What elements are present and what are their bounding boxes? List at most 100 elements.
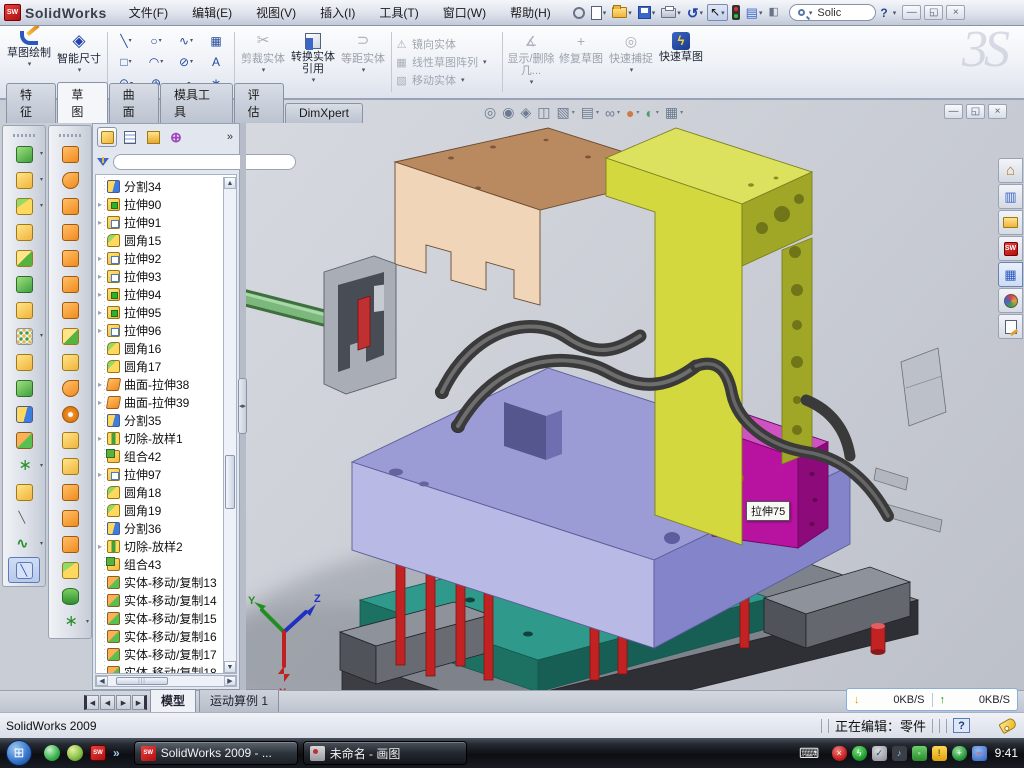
dropdown-icon[interactable]: ▾	[312, 76, 316, 84]
doc-restore-button[interactable]: ◱	[966, 104, 985, 119]
dropdown-icon[interactable]: ▾	[129, 58, 132, 65]
save-icon[interactable]	[638, 6, 651, 19]
shield-green-icon[interactable]: ϟ	[852, 746, 867, 761]
tree-item[interactable]: 实体-移动/复制17	[96, 645, 223, 663]
dropdown-icon[interactable]: ▾	[677, 9, 681, 17]
task-pane-resources-icon[interactable]: ▥	[998, 184, 1023, 209]
new-document-icon[interactable]	[591, 6, 602, 20]
ellipse-icon[interactable]: ⊘▾	[171, 51, 201, 72]
surface-tool-icon-1[interactable]	[49, 167, 91, 193]
feature-tool-icon-1[interactable]: ▾	[3, 167, 45, 193]
tree-item[interactable]: ▸切除-放样2	[96, 537, 223, 555]
quick-tips-icon[interactable]: ?	[953, 718, 970, 733]
line-icon[interactable]: ╲▾	[111, 30, 141, 51]
tree-item[interactable]: 分割34	[96, 177, 223, 195]
dropdown-icon[interactable]: ▾	[40, 176, 43, 183]
surface-tool-icon-5[interactable]	[49, 271, 91, 297]
open-icon[interactable]	[612, 7, 627, 18]
feature-tool-icon-14[interactable]	[3, 505, 45, 531]
expand-icon[interactable]: ▸	[98, 200, 107, 209]
3d-viewport-canvas[interactable]: Y Z X	[246, 100, 1024, 712]
part-sprue-tube[interactable]	[246, 292, 332, 320]
select-icon[interactable]: ↖	[710, 6, 720, 19]
defender-icon[interactable]: +	[952, 746, 967, 761]
help-dropdown-icon[interactable]: ▾	[893, 9, 897, 17]
arc-icon[interactable]: ◠▾	[141, 51, 171, 72]
doc-close-button[interactable]: ×	[988, 104, 1007, 119]
options-icon[interactable]: ▤	[746, 6, 758, 19]
scroll-down-icon[interactable]: ▼	[224, 661, 236, 673]
feature-tool-icon-3[interactable]	[3, 219, 45, 245]
graphics-area[interactable]: Y Z X	[246, 100, 1024, 712]
undo-icon[interactable]: ↺	[687, 6, 699, 20]
tree-item[interactable]: 实体-移动/复制13	[96, 573, 223, 591]
feature-tool-icon-16[interactable]	[8, 557, 40, 583]
surface-tool-icon-0[interactable]	[49, 141, 91, 167]
display-style-icon[interactable]: ▤▾	[581, 104, 599, 121]
surface-tool-icon-10[interactable]	[49, 401, 91, 427]
feature-tool-icon-0[interactable]: ▾	[3, 141, 45, 167]
tree-horizontal-scrollbar[interactable]: ◀ ||| ▶	[95, 675, 237, 687]
circle-icon[interactable]: ○▾	[141, 30, 171, 51]
part-insert-block[interactable]	[324, 256, 396, 394]
feature-tool-icon-12[interactable]: ▾	[3, 453, 45, 479]
menu-item-4[interactable]: 工具(T)	[367, 4, 430, 21]
doc-tab-模型[interactable]: 模型	[150, 689, 196, 712]
menu-item-5[interactable]: 窗口(W)	[431, 4, 498, 21]
nav-last-icon[interactable]: ▶	[132, 695, 147, 710]
start-button[interactable]: ⊞	[2, 740, 36, 766]
tree-item[interactable]: ▸切除-放样1	[96, 429, 223, 447]
dropdown-icon[interactable]: ▾	[596, 109, 599, 116]
surface-tool-icon-11[interactable]	[49, 427, 91, 453]
task-pane-appearances-icon[interactable]	[998, 288, 1023, 313]
nav-first-icon[interactable]: ◀	[84, 695, 99, 710]
tree-item[interactable]: 实体-移动/复制16	[96, 627, 223, 645]
dropdown-icon[interactable]: ▾	[129, 37, 132, 44]
surface-tool-icon-14[interactable]	[49, 505, 91, 531]
scroll-right-icon[interactable]: ▶	[224, 676, 236, 686]
view-orientation-icon[interactable]: ▧▾	[556, 104, 574, 121]
feature-tool-icon-8[interactable]	[3, 349, 45, 375]
tree-item[interactable]: ▸拉伸92	[96, 249, 223, 267]
surface-tool-icon-4[interactable]	[49, 245, 91, 271]
filter-icon[interactable]	[97, 158, 109, 166]
previous-view-icon[interactable]: ◈	[520, 104, 531, 121]
expand-icon[interactable]: ▸	[98, 290, 107, 299]
tab-特征[interactable]: 特征	[6, 83, 56, 123]
dropdown-icon[interactable]: ▾	[40, 462, 43, 469]
scroll-left-icon[interactable]: ◀	[96, 676, 108, 686]
task-pane-home-icon[interactable]: ⌂	[998, 158, 1023, 183]
tree-item[interactable]: 组合42	[96, 447, 223, 465]
messenger-icon[interactable]	[44, 745, 60, 761]
expand-icon[interactable]: ▸	[98, 254, 107, 263]
expand-icon[interactable]: ▸	[98, 326, 107, 335]
filter-input[interactable]	[113, 154, 296, 170]
restore-button[interactable]: ◱	[924, 5, 943, 20]
scrollbar-thumb[interactable]: |||	[116, 677, 168, 685]
update-icon[interactable]: ✓	[872, 746, 887, 761]
cm-button-转换实体引用[interactable]: 转换实体引用▾	[288, 28, 338, 96]
panel-tab-dimxpertmanager-tab-icon[interactable]: ⊕	[166, 127, 186, 147]
tree-item[interactable]: ▸曲面-拉伸39	[96, 393, 223, 411]
pin-icon[interactable]	[573, 7, 585, 19]
panel-tab-featuremanager-tab-icon[interactable]	[97, 127, 117, 147]
feature-tool-icon-7[interactable]: ▾	[3, 323, 45, 349]
tab-模具工具[interactable]: 模具工具	[160, 83, 233, 123]
tree-item[interactable]: ▸曲面-拉伸38	[96, 375, 223, 393]
tree-item[interactable]: ▸拉伸93	[96, 267, 223, 285]
expand-icon[interactable]: ▸	[98, 434, 107, 443]
tree-item[interactable]: 圆角16	[96, 339, 223, 357]
tree-item[interactable]: ▸拉伸95	[96, 303, 223, 321]
dropdown-icon[interactable]: ▾	[603, 9, 607, 17]
cm-button-快速草图[interactable]: ϟ快速草图	[656, 28, 706, 96]
tree-item[interactable]: 组合43	[96, 555, 223, 573]
dropdown-icon[interactable]: ▾	[78, 66, 82, 74]
tree-item[interactable]: 实体-移动/复制14	[96, 591, 223, 609]
dropdown-icon[interactable]: ▾	[40, 332, 43, 339]
panel-tab-propertymanager-tab-icon[interactable]	[120, 127, 140, 147]
print-icon[interactable]	[661, 8, 676, 18]
feature-tool-icon-4[interactable]	[3, 245, 45, 271]
network-off-icon[interactable]: −	[972, 746, 987, 761]
dropdown-icon[interactable]: ▾	[40, 540, 43, 547]
dropdown-icon[interactable]: ▾	[721, 9, 725, 17]
